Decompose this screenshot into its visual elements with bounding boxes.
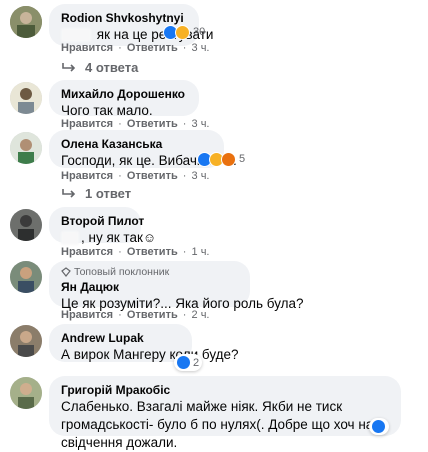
reply-link[interactable]: Ответить (127, 246, 178, 258)
comment-author[interactable]: Второй Пилот (61, 213, 144, 229)
avatar-photo (10, 377, 42, 409)
comment-text: Господи, як це. Вибачився... (61, 153, 237, 168)
like-link[interactable]: Нравится (61, 246, 113, 258)
comment-author[interactable]: Andrew Lupak (61, 330, 180, 346)
reply-link[interactable]: Ответить (127, 42, 178, 54)
comment-time[interactable]: 3 ч. (192, 170, 210, 182)
comment-time[interactable]: 3 ч. (192, 118, 210, 130)
comment-actions: Нравится · Ответить · 1 ч. (61, 246, 210, 258)
redacted-mention (61, 231, 79, 246)
avatar[interactable] (10, 325, 42, 357)
reply-link[interactable]: Ответить (127, 170, 178, 182)
avatar[interactable] (10, 261, 42, 293)
reaction-count: 5 (239, 153, 246, 165)
comment-actions: Нравится · Ответить · 3 ч. (61, 170, 210, 182)
reply-link[interactable]: Ответить (127, 118, 178, 130)
like-link[interactable]: Нравится (61, 118, 113, 130)
view-replies-link[interactable]: 4 ответа (61, 60, 138, 76)
avatar-photo (10, 261, 42, 293)
like-link[interactable]: Нравится (61, 170, 113, 182)
comment-bubble: Михайло Дорошенко Чого так мало. (49, 80, 199, 118)
reactions-summary[interactable]: 2 (174, 354, 203, 371)
angry-reaction-icon (221, 151, 236, 167)
like-link[interactable]: Нравится (61, 309, 113, 321)
comment-author[interactable]: Михайло Дорошенко (61, 86, 187, 102)
reaction-count: 30 (193, 26, 206, 38)
top-fan-badge: Топовый поклонник (61, 265, 238, 279)
like-link[interactable]: Нравится (61, 42, 113, 54)
comment-author[interactable]: Ян Дацюк (61, 279, 238, 295)
avatar-photo (10, 209, 42, 241)
like-reaction-icon (176, 355, 191, 370)
comment-bubble: Григорій Мракобіс Слабенько. Взагалі май… (49, 376, 401, 450)
comment-actions: Нравится · Ответить · 3 ч. (61, 118, 210, 130)
comment-bubble: Второй Пилот , ну як так☺ (49, 207, 156, 246)
avatar-photo (10, 6, 42, 38)
reactions-summary[interactable]: 30 (163, 24, 205, 40)
comment-actions: Нравится · Ответить · 2 ч. (61, 309, 210, 321)
avatar[interactable] (10, 377, 42, 409)
comment-bubble: Топовый поклонник Ян Дацюк Це як розуміт… (49, 261, 304, 311)
like-reaction-icon (371, 419, 386, 434)
avatar-photo (10, 325, 42, 357)
comment-author[interactable]: Григорій Мракобіс (61, 382, 389, 398)
comment-author[interactable]: Олена Казанська (61, 136, 212, 152)
reactions-summary[interactable]: 5 (197, 151, 245, 167)
comment-time[interactable]: 1 ч. (192, 246, 210, 258)
top-fan-icon (61, 267, 71, 277)
comment-bubble: Andrew Lupak А вирок Мангеру коли буде? (49, 324, 239, 362)
avatar[interactable] (10, 209, 42, 241)
avatar-photo (10, 82, 42, 114)
avatar-photo (10, 132, 42, 164)
reaction-count: 2 (193, 356, 200, 369)
view-replies-link[interactable]: 1 ответ (61, 186, 131, 202)
reply-arrow-icon (62, 189, 76, 198)
comment-time[interactable]: 2 ч. (192, 309, 210, 321)
reply-link[interactable]: Ответить (127, 309, 178, 321)
reply-arrow-icon (62, 63, 76, 72)
comment-text: Слабенько. Взагалі майже ніяк. Якби не т… (61, 399, 374, 450)
comment-actions: Нравится · Ответить · 3 ч. (61, 42, 210, 54)
avatar[interactable] (10, 6, 42, 38)
reactions-summary[interactable] (369, 418, 389, 435)
sad-reaction-icon (175, 24, 190, 40)
avatar[interactable] (10, 132, 42, 164)
comment-text: А вирок Мангеру коли буде? (61, 347, 239, 362)
smile-emoji-icon: ☺ (142, 230, 157, 245)
avatar[interactable] (10, 82, 42, 114)
comment-time[interactable]: 3 ч. (192, 42, 210, 54)
